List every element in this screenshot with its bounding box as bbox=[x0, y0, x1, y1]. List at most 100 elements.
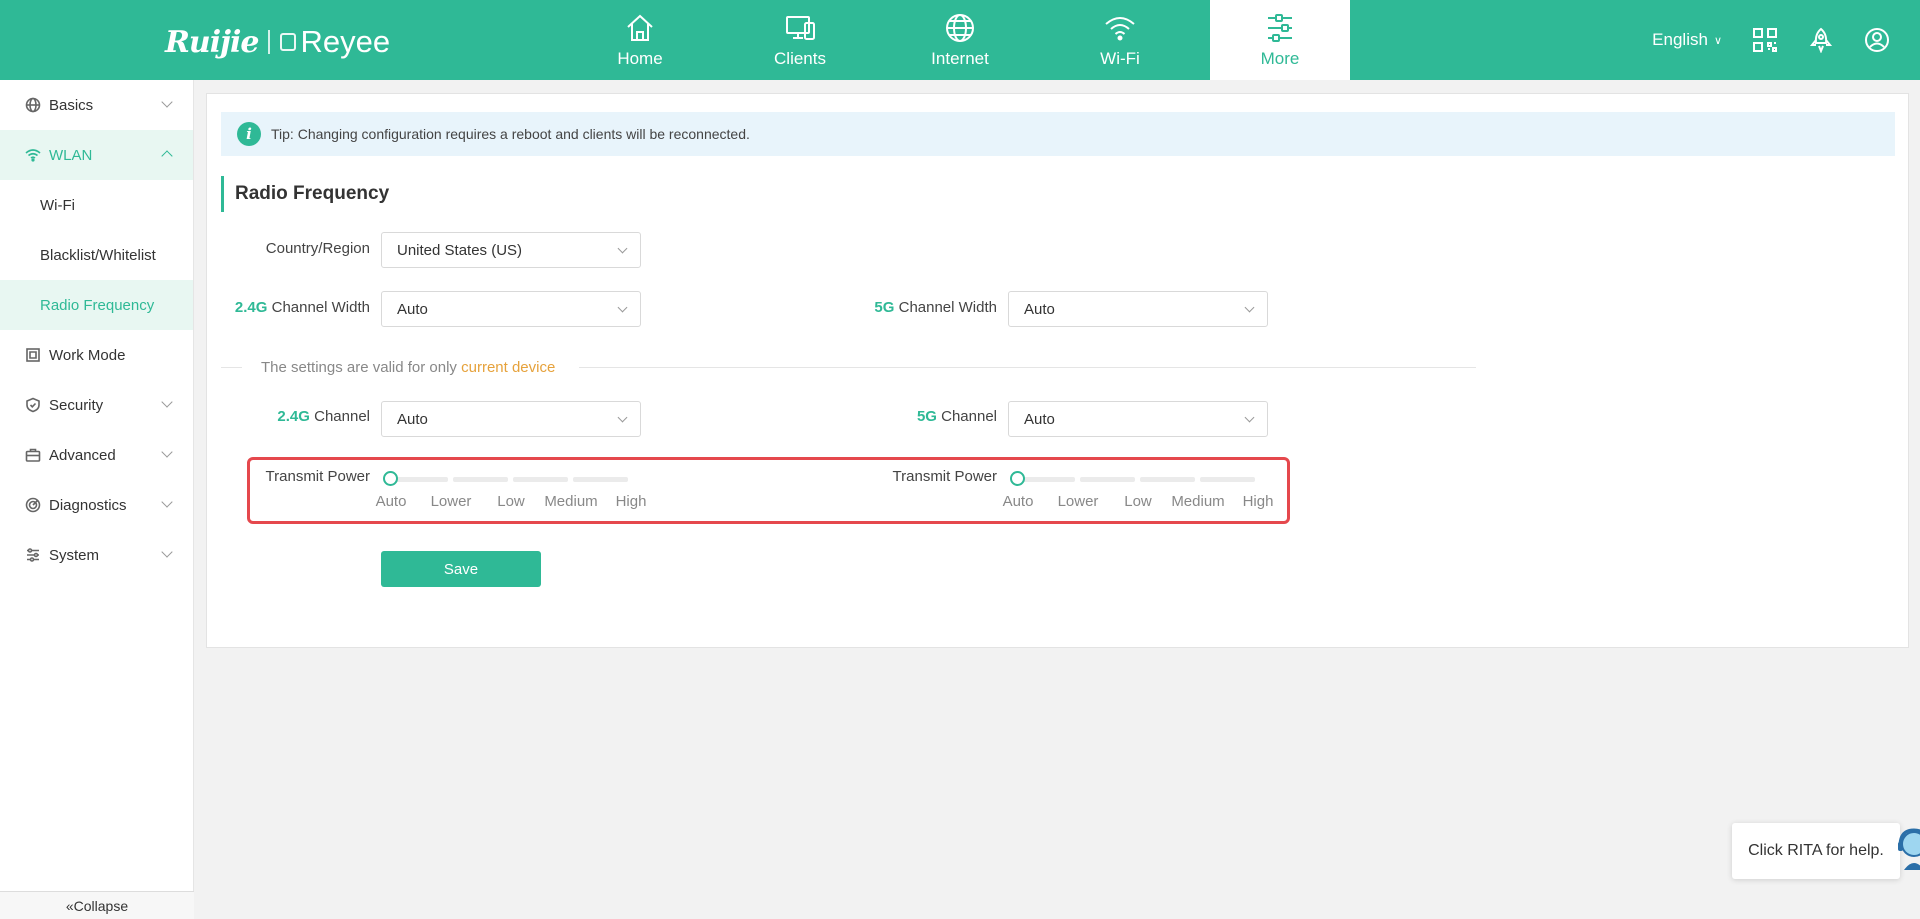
logo-separator bbox=[268, 30, 271, 54]
slider-segment bbox=[1200, 477, 1255, 482]
channel-width-5g-value: Auto bbox=[1024, 300, 1055, 318]
sidebar-item-label: Security bbox=[49, 396, 104, 414]
main-nav: Home Clients Internet Wi-Fi More bbox=[560, 0, 1350, 80]
transmit-power-24g-label: Transmit Power bbox=[265, 468, 370, 485]
channel-text: Channel bbox=[936, 408, 997, 425]
sidebar-item-label: Work Mode bbox=[49, 346, 126, 364]
transmit-power-5g-slider[interactable] bbox=[1008, 477, 1255, 482]
user-icon bbox=[1865, 28, 1889, 52]
sidebar-subitem-blacklist-whitelist[interactable]: Blacklist/Whitelist bbox=[0, 230, 193, 280]
slider-segment bbox=[573, 477, 628, 482]
assistant-avatar-icon bbox=[1898, 828, 1920, 870]
nav-wifi[interactable]: Wi-Fi bbox=[1040, 0, 1200, 80]
nav-clients-label: Clients bbox=[774, 49, 826, 68]
channel-24g-label: 2.4G Channel bbox=[217, 408, 370, 425]
sidebar-item-label: Basics bbox=[49, 96, 94, 114]
power-5g-tick-high[interactable]: High bbox=[1223, 493, 1293, 510]
frame-icon bbox=[26, 348, 40, 362]
collapse-label: Collapse bbox=[73, 897, 129, 914]
channel-width-text: Channel Width bbox=[894, 299, 997, 316]
nav-internet-label: Internet bbox=[931, 49, 989, 68]
slider-segment bbox=[393, 477, 448, 482]
channel-24g-value: Auto bbox=[397, 410, 428, 428]
save-button[interactable]: Save bbox=[381, 551, 541, 587]
sidebar-subitem-radio-frequency[interactable]: Radio Frequency bbox=[0, 280, 193, 330]
channel-width-5g-label: 5G Channel Width bbox=[807, 299, 997, 316]
chevron-down-icon bbox=[617, 243, 628, 254]
logo-reyee: Reyee bbox=[300, 24, 391, 59]
nav-home[interactable]: Home bbox=[560, 0, 720, 80]
sidebar-item-work-mode[interactable]: Work Mode bbox=[0, 330, 193, 380]
qr-code-icon bbox=[1753, 28, 1777, 52]
chevron-down-icon bbox=[161, 546, 173, 558]
chevron-down-icon: ∨ bbox=[1713, 34, 1722, 47]
channel-5g-value: Auto bbox=[1024, 410, 1055, 428]
user-account-button[interactable] bbox=[1864, 27, 1890, 53]
globe-icon bbox=[946, 14, 974, 42]
logo-ruijie: Ruijie bbox=[165, 24, 259, 60]
current-device-text: current device bbox=[461, 359, 556, 376]
shield-icon bbox=[26, 397, 40, 413]
chevron-up-icon bbox=[161, 150, 173, 162]
sidebar-item-label: WLAN bbox=[49, 146, 93, 164]
tip-text: Tip: Changing configuration requires a r… bbox=[271, 126, 750, 142]
section-title: Radio Frequency bbox=[221, 176, 389, 212]
channel-24g-select[interactable]: Auto bbox=[381, 401, 641, 437]
qr-code-button[interactable] bbox=[1752, 27, 1778, 53]
channel-5g-select[interactable]: Auto bbox=[1008, 401, 1268, 437]
country-region-label: Country/Region bbox=[265, 240, 370, 257]
reyee-mark-icon bbox=[280, 33, 297, 51]
channel-5g-label: 5G Channel bbox=[807, 408, 997, 425]
chevron-down-icon bbox=[161, 396, 173, 408]
nav-wifi-label: Wi-Fi bbox=[1100, 49, 1140, 68]
brand-logo[interactable]: Ruijie Reyee bbox=[165, 24, 390, 60]
double-chevron-left-icon: « bbox=[65, 897, 74, 914]
divider-line-left bbox=[221, 367, 242, 368]
rita-help-bubble[interactable]: Click RITA for help. bbox=[1732, 823, 1900, 879]
sidebar-item-diagnostics[interactable]: Diagnostics bbox=[0, 480, 193, 530]
nav-internet[interactable]: Internet bbox=[880, 0, 1040, 80]
transmit-power-24g-knob[interactable] bbox=[383, 471, 398, 486]
header-right: English ∨ bbox=[1652, 0, 1920, 80]
home-icon bbox=[627, 14, 653, 41]
nav-clients[interactable]: Clients bbox=[720, 0, 880, 80]
band-24g-text: 2.4G bbox=[234, 299, 268, 316]
sidebar-item-system[interactable]: System bbox=[0, 530, 193, 580]
sidebar-subitem-wifi[interactable]: Wi-Fi bbox=[0, 180, 193, 230]
wifi-icon bbox=[1105, 17, 1135, 41]
slider-segment bbox=[1080, 477, 1135, 482]
power-24g-tick-high[interactable]: High bbox=[596, 493, 666, 510]
tip-banner: i Tip: Changing configuration requires a… bbox=[221, 112, 1895, 156]
country-region-select[interactable]: United States (US) bbox=[381, 232, 641, 268]
device-scope-note: The settings are valid for only current … bbox=[261, 359, 555, 376]
rocket-button[interactable] bbox=[1808, 27, 1834, 53]
nav-home-label: Home bbox=[617, 49, 663, 68]
sidebar-collapse-button[interactable]: « Collapse bbox=[0, 891, 194, 919]
language-label: English bbox=[1652, 30, 1708, 49]
sidebar: Basics WLAN Wi-Fi Blacklist/Whitelist Ra… bbox=[0, 80, 194, 919]
sidebar-item-security[interactable]: Security bbox=[0, 380, 193, 430]
slider-segment bbox=[453, 477, 508, 482]
language-selector[interactable]: English ∨ bbox=[1652, 30, 1722, 50]
channel-width-5g-select[interactable]: Auto bbox=[1008, 291, 1268, 327]
sidebar-item-advanced[interactable]: Advanced bbox=[0, 430, 193, 480]
chevron-down-icon bbox=[617, 302, 628, 313]
top-header: Ruijie Reyee Home Clients Internet Wi-Fi… bbox=[0, 0, 1920, 80]
sidebar-item-label: Advanced bbox=[49, 446, 116, 464]
chevron-down-icon bbox=[161, 96, 173, 108]
transmit-power-5g-label: Transmit Power bbox=[892, 468, 997, 485]
channel-width-24g-select[interactable]: Auto bbox=[381, 291, 641, 327]
sidebar-item-basics[interactable]: Basics bbox=[0, 80, 193, 130]
transmit-power-5g-knob[interactable] bbox=[1010, 471, 1025, 486]
channel-width-24g-label: 2.4G Channel Width bbox=[217, 299, 370, 316]
rita-avatar[interactable] bbox=[1894, 826, 1920, 874]
briefcase-icon bbox=[25, 448, 41, 462]
nav-more[interactable]: More bbox=[1210, 0, 1350, 80]
slider-segment bbox=[1020, 477, 1075, 482]
sidebar-item-wlan[interactable]: WLAN bbox=[0, 130, 193, 180]
transmit-power-24g-slider[interactable] bbox=[381, 477, 628, 482]
chevron-down-icon bbox=[617, 412, 628, 423]
sliders-icon bbox=[1268, 14, 1292, 42]
sidebar-item-label: System bbox=[49, 546, 100, 564]
chevron-down-icon bbox=[161, 446, 173, 458]
